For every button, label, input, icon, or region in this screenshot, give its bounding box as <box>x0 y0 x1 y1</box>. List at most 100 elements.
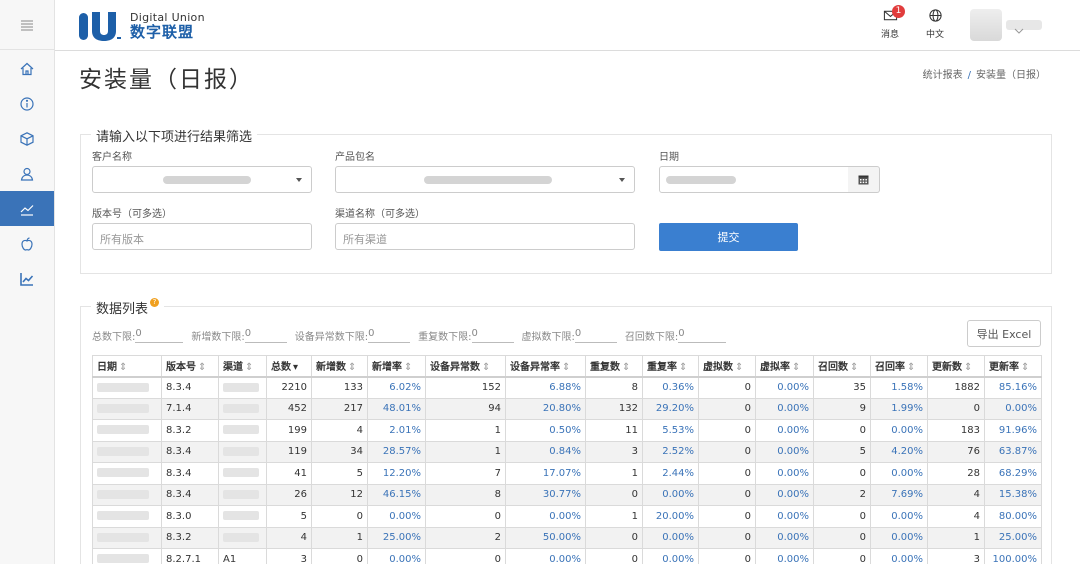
threshold-value-input[interactable]: 0 <box>135 328 184 343</box>
column-header[interactable]: 更新率 ⇕ <box>984 355 1042 378</box>
sidebar-item-info[interactable] <box>0 86 54 121</box>
threshold-value-input[interactable]: 0 <box>471 328 514 343</box>
calendar-icon <box>858 175 869 185</box>
column-header[interactable]: 新增数 ⇕ <box>311 355 368 378</box>
sidebar-item-analytics[interactable] <box>0 261 54 296</box>
threshold-filter[interactable]: 设备异常数下限: 0 <box>294 328 411 343</box>
cell-channel: A1 <box>218 548 267 564</box>
redacted-channel <box>223 425 259 435</box>
column-header[interactable]: 更新数 ⇕ <box>927 355 985 378</box>
threshold-label: 设备异常数下限: <box>294 332 369 343</box>
sidebar-item-products[interactable] <box>0 121 54 156</box>
date-input[interactable] <box>659 166 849 193</box>
column-header-label: 设备异常数 <box>430 362 480 374</box>
cell-virt-rate: 0.00% <box>755 526 814 549</box>
threshold-value-input[interactable]: 0 <box>244 328 287 343</box>
threshold-filter[interactable]: 召回数下限: 0 <box>625 328 727 343</box>
threshold-value-input[interactable]: 0 <box>678 328 727 343</box>
customer-select[interactable] <box>92 166 312 193</box>
column-header[interactable]: 新增率 ⇕ <box>367 355 426 378</box>
page-title: 安装量（日报） <box>79 67 254 93</box>
messages-button[interactable]: 1 消息 <box>870 5 910 40</box>
sort-icon: ⇕ <box>348 362 357 374</box>
version-input[interactable]: 所有版本 <box>92 223 312 250</box>
cell-upd: 4 <box>927 505 985 528</box>
column-header-label: 新增数 <box>316 362 346 374</box>
cell-new-rate: 12.20% <box>367 462 426 485</box>
cell-recall-rate: 4.20% <box>870 440 928 463</box>
cell-total: 3 <box>266 548 312 564</box>
cell-channel <box>218 397 267 420</box>
sidebar-item-ios[interactable] <box>0 226 54 261</box>
threshold-filter[interactable]: 新增数下限: 0 <box>191 328 287 343</box>
threshold-value-input[interactable]: 0 <box>368 328 411 343</box>
cell-abn: 1 <box>425 419 506 442</box>
threshold-filter[interactable]: 重复数下限: 0 <box>418 328 514 343</box>
language-button[interactable]: 中文 <box>915 8 955 40</box>
cell-new-rate: 28.57% <box>367 440 426 463</box>
submit-button[interactable]: 提交 <box>659 223 798 251</box>
cell-total: 5 <box>266 505 312 528</box>
brand-logo[interactable]: Digital Union 数字联盟 <box>79 10 205 41</box>
column-header[interactable]: 设备异常数 ⇕ <box>425 355 506 378</box>
cell-dup-rate: 0.00% <box>642 483 699 506</box>
cell-version: 8.2.7.1 <box>161 548 219 564</box>
column-header[interactable]: 虚拟率 ⇕ <box>755 355 814 378</box>
cell-total: 2210 <box>266 376 312 399</box>
cell-dup: 1 <box>585 462 643 485</box>
cell-version: 8.3.4 <box>161 483 219 506</box>
cell-virt: 0 <box>698 505 756 528</box>
sort-icon: ⇕ <box>1021 362 1030 374</box>
cell-channel <box>218 483 267 506</box>
cell-new: 1 <box>311 526 368 549</box>
column-header-label: 渠道 <box>223 362 243 374</box>
cell-date <box>92 548 162 564</box>
breadcrumb-separator: / <box>967 70 971 81</box>
column-header[interactable]: 虚拟数 ⇕ <box>698 355 756 378</box>
user-menu[interactable] <box>970 9 1042 41</box>
redacted-channel <box>223 382 259 392</box>
cell-upd: 4 <box>927 483 985 506</box>
column-header[interactable]: 召回数 ⇕ <box>813 355 871 378</box>
column-header[interactable]: 版本号 ⇕ <box>161 355 219 378</box>
cell-version: 8.3.2 <box>161 419 219 442</box>
export-excel-button[interactable]: 导出 Excel <box>967 320 1041 347</box>
cell-dup-rate: 2.52% <box>642 440 699 463</box>
sort-icon: ⇕ <box>198 362 207 374</box>
column-header[interactable]: 日期 ⇕ <box>92 355 162 378</box>
table-row: 8.3.0 5 0 0.00% 0 0.00% 1 20.00% 0 0.00% 0 0.00% 4 80… <box>92 505 1042 528</box>
column-header[interactable]: 重复数 ⇕ <box>585 355 643 378</box>
table-row: 8.3.4 26 12 46.15% 8 30.77% 0 0.00% 0 0.00% 2 7.69%… <box>92 483 1042 506</box>
column-header[interactable]: 设备异常率 ⇕ <box>505 355 586 378</box>
threshold-value-input[interactable]: 0 <box>574 328 617 343</box>
sidebar-item-home[interactable] <box>0 51 54 86</box>
channel-input[interactable]: 所有渠道 <box>335 223 635 250</box>
column-header[interactable]: 总数 ▾ <box>266 355 312 378</box>
threshold-filter[interactable]: 总数下限: 0 <box>92 328 184 343</box>
help-icon[interactable]: ? <box>150 298 160 307</box>
package-select[interactable] <box>335 166 635 193</box>
cell-virt-rate: 0.00% <box>755 376 814 399</box>
column-header-label: 重复数 <box>590 362 620 374</box>
cell-dup: 0 <box>585 483 643 506</box>
calendar-button[interactable] <box>848 166 880 193</box>
data-table: 日期 ⇕ 版本号 ⇕ 渠道 ⇕ 总数 ▾ 新增数 ⇕ 新增率 ⇕ 设备异常数 ⇕ 设备异常率 ⇕ 重复数 ⇕ 重复率… <box>92 355 1042 564</box>
sidebar-item-trend[interactable] <box>0 191 54 226</box>
cell-recall: 0 <box>813 505 871 528</box>
cell-abn-rate: 0.00% <box>505 505 586 528</box>
menu-toggle-button[interactable] <box>0 0 54 50</box>
column-header[interactable]: 召回率 ⇕ <box>870 355 928 378</box>
column-header[interactable]: 重复率 ⇕ <box>642 355 699 378</box>
sidebar-item-users[interactable] <box>0 156 54 191</box>
cell-abn-rate: 30.77% <box>505 483 586 506</box>
column-header-label: 虚拟率 <box>760 362 790 374</box>
breadcrumb-parent[interactable]: 统计报表 <box>923 70 963 81</box>
cell-dup-rate: 0.00% <box>642 548 699 564</box>
cell-upd-rate: 15.38% <box>984 483 1042 506</box>
cell-date <box>92 462 162 485</box>
cell-new-rate: 25.00% <box>367 526 426 549</box>
column-header[interactable]: 渠道 ⇕ <box>218 355 267 378</box>
redacted-date <box>97 382 149 392</box>
threshold-filter[interactable]: 虚拟数下限: 0 <box>522 328 617 343</box>
sort-icon: ⇕ <box>792 362 801 374</box>
